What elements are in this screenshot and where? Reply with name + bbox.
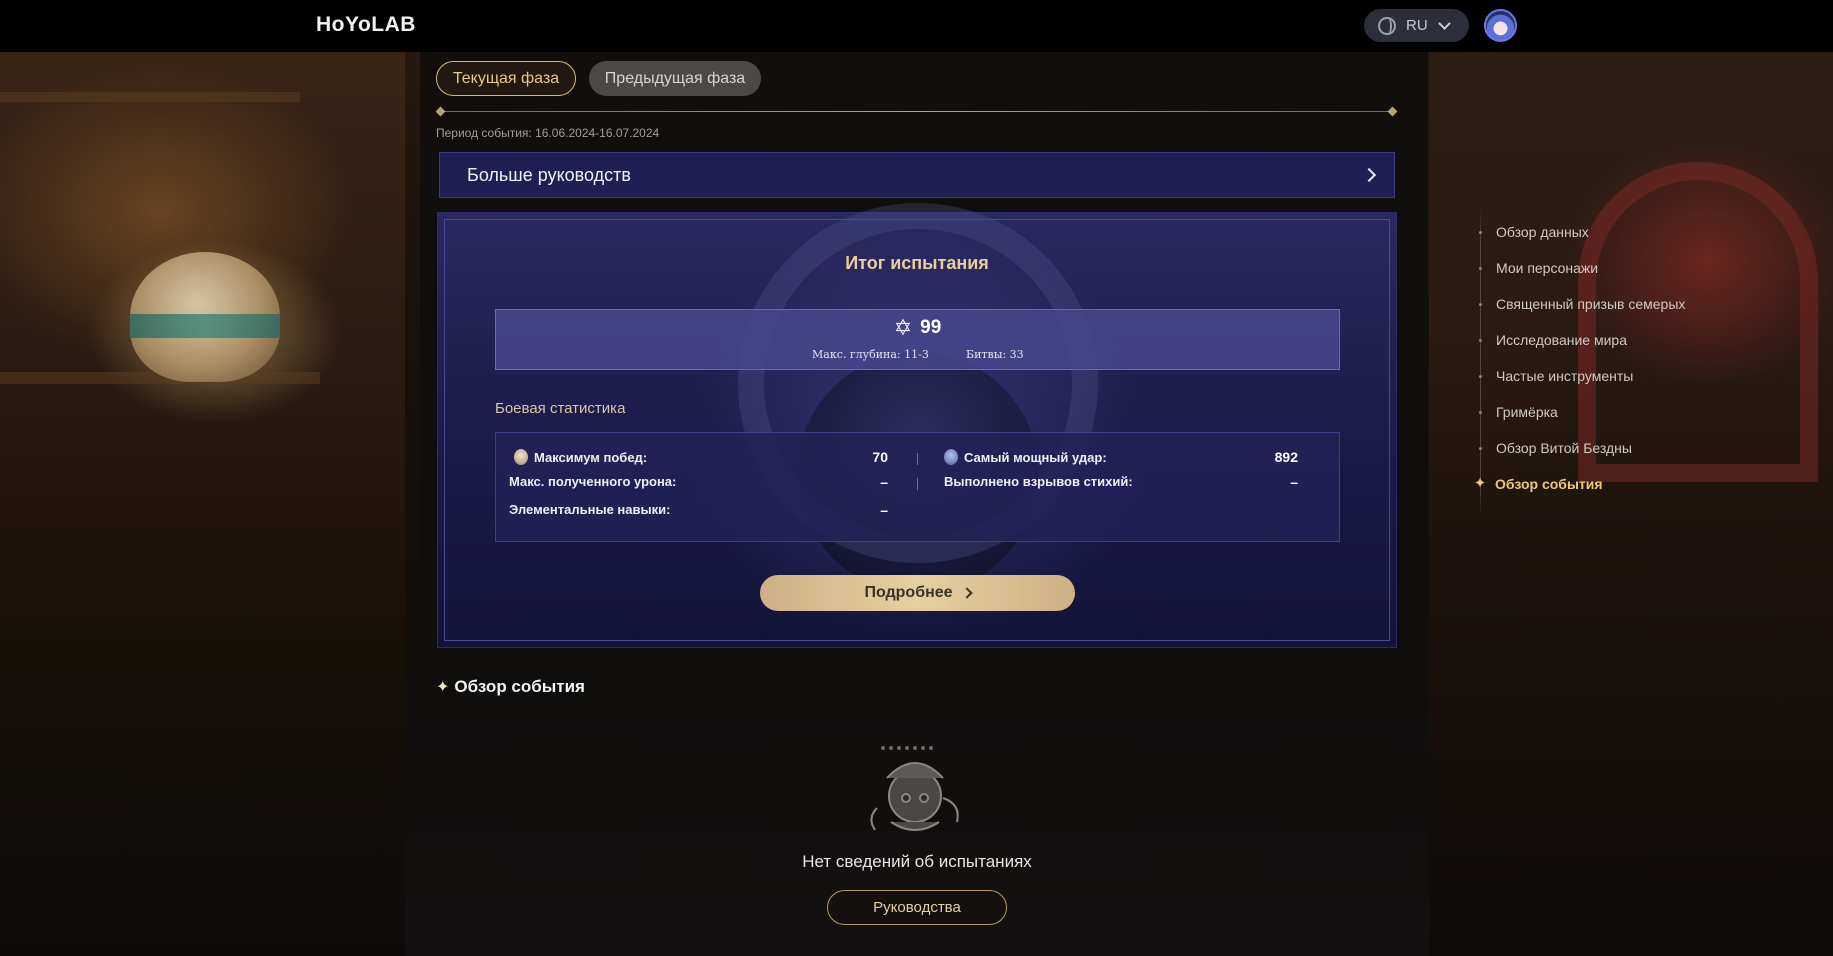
- more-guides-label: Больше руководств: [467, 164, 631, 185]
- teapot-illustration: [130, 252, 280, 382]
- stat-label: Выполнено взрывов стихий:: [944, 474, 1133, 489]
- stat-separator: [917, 453, 918, 465]
- stat-label: Элементальные навыки:: [509, 502, 671, 517]
- stat-max-wins: Максимум побед:: [514, 449, 647, 465]
- sparkle-icon: ✦: [436, 679, 450, 696]
- battles-count: Битвы: 33: [966, 348, 1024, 361]
- nav-dot: [1479, 338, 1482, 342]
- stat-value: 70: [872, 449, 888, 465]
- nav-item-frequent-tools[interactable]: Частые инструменты: [1472, 366, 1633, 386]
- details-button-label: Подробнее: [864, 584, 953, 601]
- nav-item-label: Обзор события: [1495, 476, 1603, 492]
- user-avatar[interactable]: [1484, 9, 1517, 42]
- nav-dot: [1479, 302, 1482, 306]
- event-overview-title: Обзор события: [454, 677, 585, 696]
- stat-value: –: [880, 474, 888, 490]
- empty-state-text: Нет сведений об испытаниях: [802, 852, 1032, 871]
- background-scene-right: [1428, 52, 1833, 956]
- nav-item-label: Обзор Витой Бездны: [1496, 440, 1632, 456]
- star-count: 99: [920, 317, 942, 338]
- nav-item-my-characters[interactable]: Мои персонажи: [1472, 258, 1598, 278]
- arrow-right-icon: [960, 587, 973, 599]
- divider: [435, 106, 1398, 117]
- nav-dot: [1479, 446, 1482, 450]
- chevron-down-icon: [1437, 16, 1451, 30]
- arch-illustration: [1578, 162, 1818, 482]
- character-icon: [944, 449, 958, 465]
- tab-previous-phase[interactable]: Предыдущая фаза: [589, 61, 761, 96]
- nav-item-label: Исследование мира: [1496, 332, 1627, 348]
- guides-button[interactable]: Руководства: [827, 890, 1007, 925]
- nav-dot: [1479, 266, 1482, 270]
- stat-value: –: [1290, 474, 1298, 490]
- language-selector[interactable]: RU: [1364, 9, 1469, 42]
- nav-line: [1480, 210, 1481, 515]
- nav-dot: [1479, 230, 1482, 234]
- event-overview-heading: ✦ Обзор события: [436, 677, 585, 697]
- shelf: [0, 92, 300, 102]
- nav-item-world-exploration[interactable]: Исследование мира: [1472, 330, 1627, 350]
- empty-state-paimon-icon: [870, 746, 959, 831]
- stat-label: Самый мощный удар:: [964, 449, 1107, 465]
- stat-max-damage-taken: Макс. полученного урона:: [509, 474, 676, 489]
- globe-icon: [1378, 16, 1396, 35]
- sparkle-icon: ✦: [1473, 475, 1487, 492]
- hoyolab-logo[interactable]: HoYoLAB: [316, 13, 416, 37]
- tab-current-phase[interactable]: Текущая фаза: [436, 61, 576, 96]
- character-icon: [514, 449, 528, 465]
- star-panel: ✡ 99 Макс. глубина: 11-3 Битвы: 33: [495, 309, 1340, 370]
- main-content: Текущая фаза Предыдущая фаза Период собы…: [405, 52, 1429, 956]
- nav-item-label: Гримёрка: [1496, 404, 1558, 420]
- event-period: Период события: 16.06.2024-16.07.2024: [436, 126, 660, 140]
- divider-ornament: [1387, 106, 1398, 117]
- stat-value: –: [880, 502, 888, 518]
- nav-item-sacred-summoning[interactable]: Священный призыв семерых: [1472, 294, 1685, 314]
- battle-stats-box: Максимум побед: 70 Самый мощный удар: 89…: [495, 432, 1340, 542]
- summary-title: Итог испытания: [845, 253, 989, 273]
- nav-item-spiral-abyss[interactable]: Обзор Витой Бездны: [1472, 438, 1632, 458]
- stat-value: 892: [1274, 449, 1298, 465]
- stat-elemental-skills: Элементальные навыки:: [509, 502, 670, 517]
- details-button[interactable]: Подробнее: [760, 575, 1075, 611]
- battle-stats-label: Боевая статистика: [495, 400, 626, 417]
- stat-label: Максимум побед:: [534, 449, 648, 465]
- divider-ornament: [435, 106, 446, 117]
- max-depth: Макс. глубина: 11-3: [812, 348, 929, 361]
- abyss-star-icon: ✡: [893, 315, 913, 340]
- nav-item-data-overview[interactable]: Обзор данных: [1472, 222, 1589, 242]
- stat-strongest-hit: Самый мощный удар:: [944, 449, 1107, 465]
- arrow-right-icon: [1361, 167, 1377, 183]
- nav-item-wardrobe[interactable]: Гримёрка: [1472, 402, 1558, 422]
- stat-separator: [917, 478, 918, 490]
- nav-dot: [1479, 410, 1482, 414]
- background-scene-left: [0, 52, 420, 956]
- nav-item-label: Частые инструменты: [1496, 368, 1634, 384]
- nav-dot: [1479, 374, 1482, 378]
- nav-item-label: Священный призыв семерых: [1496, 296, 1686, 312]
- top-bar: HoYoLAB RU: [0, 0, 1833, 52]
- stat-elemental-bursts: Выполнено взрывов стихий:: [944, 474, 1133, 489]
- more-guides-bar[interactable]: Больше руководств: [439, 152, 1395, 198]
- nav-item-event-overview[interactable]: ✦ Обзор события: [1472, 474, 1603, 494]
- language-label: RU: [1406, 17, 1428, 34]
- nav-item-label: Обзор данных: [1496, 224, 1589, 240]
- nav-item-label: Мои персонажи: [1496, 260, 1599, 276]
- challenge-summary-card: Итог испытания ✡ 99 Макс. глубина: 11-3 …: [437, 203, 1397, 648]
- stat-label: Макс. полученного урона:: [509, 474, 677, 489]
